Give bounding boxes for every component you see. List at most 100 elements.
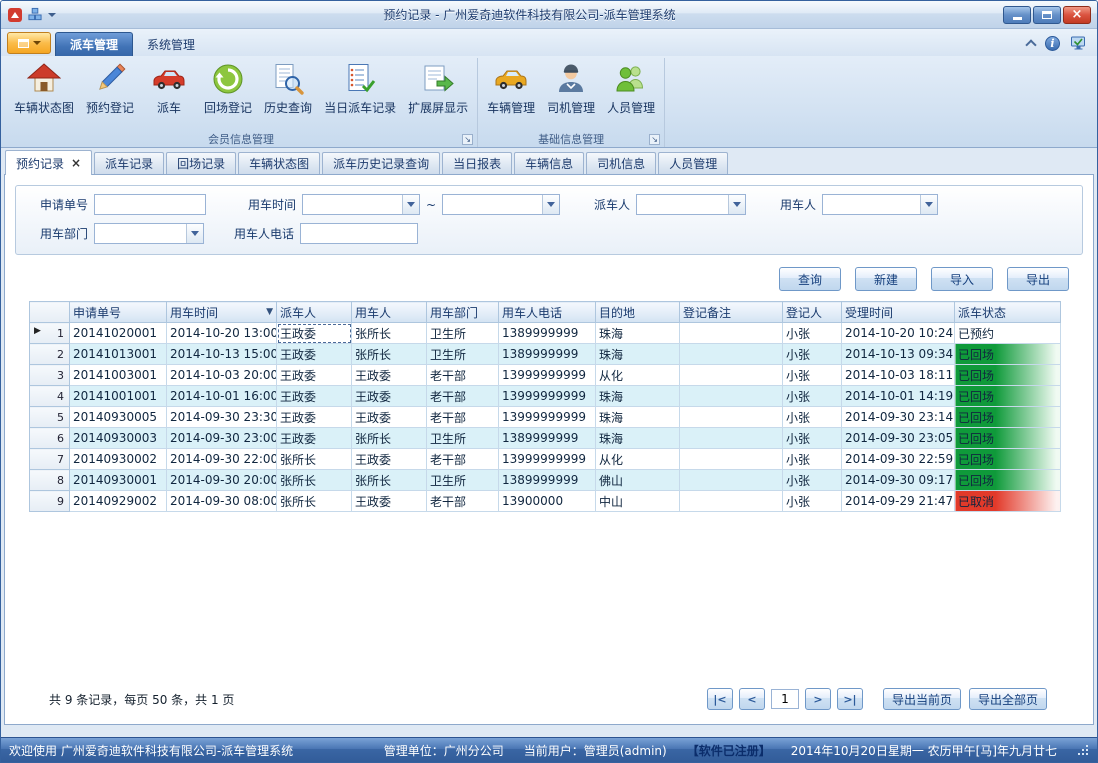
grid-cell[interactable]: 珠海 — [596, 428, 680, 449]
quick-access-caret-icon[interactable] — [48, 13, 56, 17]
grid-cell[interactable] — [680, 323, 783, 344]
grid-cell[interactable]: 已回场 — [955, 428, 1061, 449]
grid-cell[interactable]: 1389999999 — [499, 323, 596, 344]
grid-cell[interactable]: 20141020001 — [70, 323, 167, 344]
grid-cell[interactable]: 已回场 — [955, 470, 1061, 491]
dropdown-button[interactable] — [402, 195, 419, 214]
grid-cell[interactable]: 王政委 — [277, 428, 352, 449]
phone-input[interactable] — [300, 223, 418, 244]
table-row[interactable]: 4201410010012014-10-01 16:00王政委王政委老干部139… — [30, 386, 1061, 407]
grid-cell[interactable]: 老干部 — [427, 365, 499, 386]
display-style-icon[interactable] — [1070, 35, 1087, 51]
column-header[interactable]: 受理时间 — [842, 302, 955, 323]
column-header[interactable]: 用车人 — [352, 302, 427, 323]
next-page-button[interactable]: > — [805, 688, 831, 710]
ribbon-tab[interactable]: 系统管理 — [133, 32, 209, 56]
table-row[interactable]: 8201409300012014-09-30 20:00张所长张所长卫生所138… — [30, 470, 1061, 491]
dropdown-button[interactable] — [728, 195, 745, 214]
column-header[interactable]: 登记备注 — [680, 302, 783, 323]
user-combo[interactable] — [822, 194, 938, 215]
grid-cell[interactable]: 中山 — [596, 491, 680, 512]
ribbon-button[interactable]: 人员管理 — [601, 58, 661, 130]
doc-tab[interactable]: 预约记录× — [5, 150, 92, 175]
group-dialog-launcher-icon[interactable]: ↘ — [462, 134, 473, 145]
grid-cell[interactable]: 王政委 — [277, 407, 352, 428]
grid-cell[interactable]: 13999999999 — [499, 449, 596, 470]
grid-cell[interactable] — [680, 470, 783, 491]
dispatcher-combo[interactable] — [636, 194, 746, 215]
grid-cell[interactable]: 张所长 — [277, 449, 352, 470]
ribbon-button[interactable]: 派车 — [140, 58, 198, 130]
grid-cell[interactable]: 小张 — [783, 407, 842, 428]
grid-cell[interactable]: 王政委 — [277, 323, 352, 344]
doc-tab[interactable]: 车辆状态图 — [238, 152, 320, 174]
import-button[interactable]: 导入 — [931, 267, 993, 291]
dropdown-button[interactable] — [186, 224, 203, 243]
doc-tab[interactable]: 车辆信息 — [514, 152, 584, 174]
table-row[interactable]: 6201409300032014-09-30 23:00王政委张所长卫生所138… — [30, 428, 1061, 449]
grid-cell[interactable]: 2014-09-30 23:05 — [842, 428, 955, 449]
column-header[interactable]: 派车状态 — [955, 302, 1061, 323]
row-header[interactable]: 6 — [30, 428, 70, 449]
doc-tab[interactable]: 派车历史记录查询 — [322, 152, 440, 174]
grid-cell[interactable]: 王政委 — [352, 407, 427, 428]
grid-cell[interactable]: 2014-09-30 08:00 — [167, 491, 277, 512]
export-current-page-button[interactable]: 导出当前页 — [883, 688, 961, 710]
grid-cell[interactable]: 王政委 — [277, 386, 352, 407]
grid-cell[interactable]: 13999999999 — [499, 386, 596, 407]
ribbon-tab[interactable]: 派车管理 — [55, 32, 133, 56]
grid-cell[interactable]: 王政委 — [352, 491, 427, 512]
grid-cell[interactable]: 已预约 — [955, 323, 1061, 344]
doc-tab[interactable]: 回场记录 — [166, 152, 236, 174]
grid-cell[interactable]: 珠海 — [596, 344, 680, 365]
grid-cell[interactable]: 张所长 — [277, 491, 352, 512]
doc-tab[interactable]: 当日报表 — [442, 152, 512, 174]
grid-cell[interactable]: 13900000 — [499, 491, 596, 512]
grid-cell[interactable]: 佛山 — [596, 470, 680, 491]
ribbon-button[interactable]: 回场登记 — [198, 58, 258, 130]
grid-cell[interactable]: 张所长 — [352, 428, 427, 449]
application-button[interactable] — [7, 32, 51, 54]
grid-cell[interactable]: 20140930001 — [70, 470, 167, 491]
dropdown-button[interactable] — [542, 195, 559, 214]
grid-cell[interactable]: 卫生所 — [427, 344, 499, 365]
grid-cell[interactable]: 老干部 — [427, 491, 499, 512]
row-header[interactable]: 5 — [30, 407, 70, 428]
grid-cell[interactable]: 从化 — [596, 449, 680, 470]
minimize-button[interactable] — [1003, 6, 1031, 24]
grid-cell[interactable]: 小张 — [783, 344, 842, 365]
sort-caret-icon[interactable]: ▼ — [266, 307, 273, 317]
grid-cell[interactable]: 20140930003 — [70, 428, 167, 449]
grid-cell[interactable]: 20141013001 — [70, 344, 167, 365]
grid-cell[interactable]: 王政委 — [277, 344, 352, 365]
grid-cell[interactable]: 已回场 — [955, 344, 1061, 365]
row-header[interactable]: 9 — [30, 491, 70, 512]
grid-cell[interactable]: 老干部 — [427, 449, 499, 470]
grid-cell[interactable]: 已回场 — [955, 449, 1061, 470]
grid-cell[interactable]: 小张 — [783, 470, 842, 491]
table-row[interactable]: 2201410130012014-10-13 15:00王政委张所长卫生所138… — [30, 344, 1061, 365]
doc-tab[interactable]: 司机信息 — [586, 152, 656, 174]
grid-cell[interactable]: 小张 — [783, 365, 842, 386]
row-header[interactable]: 8 — [30, 470, 70, 491]
grid-cell[interactable]: 小张 — [783, 386, 842, 407]
grid-cell[interactable]: 卫生所 — [427, 323, 499, 344]
grid-cell[interactable]: 2014-09-30 22:59 — [842, 449, 955, 470]
page-number-input[interactable] — [771, 689, 799, 709]
grid-cell[interactable]: 珠海 — [596, 407, 680, 428]
first-page-button[interactable]: |< — [707, 688, 733, 710]
restore-button[interactable] — [1033, 6, 1061, 24]
grid-cell[interactable]: 2014-09-30 22:00 — [167, 449, 277, 470]
use-time-from-combo[interactable] — [302, 194, 420, 215]
ribbon-button[interactable]: 司机管理 — [541, 58, 601, 130]
dept-combo[interactable] — [94, 223, 204, 244]
grid-cell[interactable]: 2014-10-20 10:24 — [842, 323, 955, 344]
table-row[interactable]: 7201409300022014-09-30 22:00张所长王政委老干部139… — [30, 449, 1061, 470]
table-row[interactable]: ▶1201410200012014-10-20 13:00王政委张所长卫生所13… — [30, 323, 1061, 344]
grid-cell[interactable]: 王政委 — [352, 386, 427, 407]
doc-tab[interactable]: 人员管理 — [658, 152, 728, 174]
grid-cell[interactable]: 2014-10-13 15:00 — [167, 344, 277, 365]
grid-cell[interactable]: 20141003001 — [70, 365, 167, 386]
grid-cell[interactable]: 2014-09-30 23:00 — [167, 428, 277, 449]
query-button[interactable]: 查询 — [779, 267, 841, 291]
